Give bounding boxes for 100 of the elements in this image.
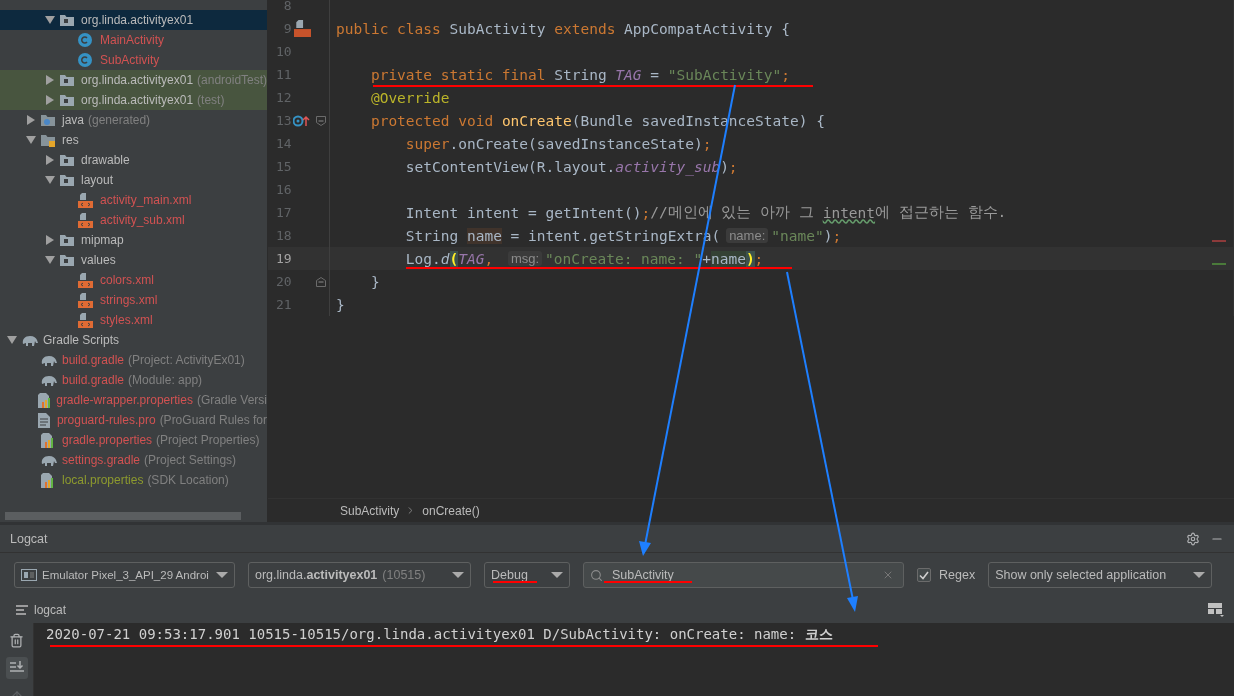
expanded-arrow-icon[interactable]	[7, 335, 17, 345]
tree-row[interactable]: gradle-wrapper.properties (Gradle Versi	[0, 390, 267, 410]
code-line: }	[369, 273, 380, 290]
expanded-arrow-icon[interactable]	[45, 255, 55, 265]
expanded-arrow-icon[interactable]	[45, 175, 55, 185]
tree-item[interactable]: java	[62, 113, 84, 127]
tree-row[interactable]: gradle.properties (Project Properties)	[0, 430, 267, 450]
regex-checkbox[interactable]: Regex	[917, 568, 976, 582]
scrollbar[interactable]	[5, 512, 241, 520]
xml-file-icon	[78, 192, 93, 208]
tree-row[interactable]: drawable	[0, 150, 267, 170]
line-number: 12	[274, 90, 292, 105]
dropdown-arrow-icon[interactable]	[1193, 572, 1206, 578]
tree-row[interactable]: values	[0, 250, 267, 270]
search-field[interactable]: SubActivity	[583, 562, 904, 588]
tree-row[interactable]: local.properties (SDK Location)	[0, 470, 267, 490]
tree-item[interactable]: proguard-rules.pro	[56, 413, 156, 427]
tree-item[interactable]: values	[81, 253, 116, 267]
tree-row[interactable]: res	[0, 130, 267, 150]
tree-row[interactable]: mipmap	[0, 230, 267, 250]
override-icon[interactable]	[293, 114, 312, 127]
log-level-dropdown[interactable]: Debug	[484, 562, 570, 588]
elephant-icon	[40, 454, 58, 466]
tree-item[interactable]: gradle-wrapper.properties	[56, 393, 193, 407]
tree-row[interactable]: SubActivity	[0, 50, 267, 70]
tree-item[interactable]: mipmap	[81, 233, 124, 247]
tree-row[interactable]: MainActivity	[0, 30, 267, 50]
collapsed-arrow-icon[interactable]	[45, 95, 55, 105]
logcat-tab[interactable]: logcat	[16, 603, 67, 617]
tree-row[interactable]: Gradle Scripts	[0, 330, 267, 350]
line-number: 14	[274, 136, 292, 151]
tree-row[interactable]: activity_main.xml	[0, 190, 267, 210]
tree-item[interactable]: styles.xml	[100, 313, 153, 327]
tree-item[interactable]: settings.gradle	[62, 453, 141, 467]
fold-marker-icon[interactable]	[316, 115, 327, 126]
process-dropdown[interactable]: org.linda.activityex01 (10515)	[248, 562, 471, 588]
collapsed-arrow-icon[interactable]	[45, 75, 55, 85]
tree-item[interactable]: Gradle Scripts	[43, 333, 120, 347]
tree-item[interactable]: drawable	[81, 153, 130, 167]
layout-file-icon[interactable]	[293, 20, 311, 37]
tree-item[interactable]: MainActivity	[100, 33, 164, 47]
collapsed-arrow-icon[interactable]	[45, 155, 55, 165]
tree-row[interactable]: org.linda.activityex01 (test)	[0, 90, 267, 110]
class-icon	[78, 53, 92, 67]
tree-row[interactable]: java (generated)	[0, 110, 267, 130]
settings-icon[interactable]	[1186, 531, 1200, 546]
tree-item[interactable]: res	[62, 133, 79, 147]
tree-item[interactable]: activity_main.xml	[100, 193, 192, 207]
tree-row[interactable]: org.linda.activityex01 (androidTest)	[0, 70, 267, 90]
checkmark-icon	[919, 570, 929, 580]
tree-item[interactable]: activity_sub.xml	[100, 213, 185, 227]
tree-row[interactable]: build.gradle (Module: app)	[0, 370, 267, 390]
tree-row[interactable]: build.gradle (Project: ActivityEx01)	[0, 350, 267, 370]
tree-item[interactable]: local.properties	[62, 473, 144, 487]
fold-marker-icon[interactable]	[316, 276, 327, 287]
search-icon[interactable]	[590, 569, 603, 582]
folder-icon	[59, 253, 75, 267]
breadcrumb[interactable]: SubActivity	[340, 503, 400, 518]
filter-dropdown[interactable]: Show only selected application	[988, 562, 1213, 588]
tree-row[interactable]: settings.gradle (Project Settings)	[0, 450, 267, 470]
tree-item-note: (SDK Location)	[147, 473, 229, 487]
underline-mark	[492, 581, 538, 583]
tree-item-note: (Project Properties)	[156, 433, 260, 447]
code-line: super.onCreate(savedInstanceState);	[404, 135, 712, 152]
expanded-arrow-icon[interactable]	[45, 15, 55, 25]
tree-row[interactable]: proguard-rules.pro (ProGuard Rules for	[0, 410, 267, 430]
tree-item[interactable]: strings.xml	[100, 293, 158, 307]
tree-item[interactable]: build.gradle	[62, 373, 125, 387]
folder-icon	[59, 73, 75, 87]
line-number: 20	[274, 274, 292, 289]
folder-icon	[59, 13, 75, 27]
panel-title: Logcat	[10, 531, 48, 546]
dropdown-arrow-icon[interactable]	[551, 572, 563, 578]
tree-row[interactable]: layout	[0, 170, 267, 190]
device-dropdown[interactable]: Emulator Pixel_3_API_29 Androi	[14, 562, 235, 588]
scroll-to-end-button[interactable]	[5, 657, 28, 679]
collapsed-arrow-icon[interactable]	[26, 115, 36, 125]
breadcrumb[interactable]: onCreate()	[422, 503, 480, 518]
tree-item[interactable]: build.gradle	[62, 353, 125, 367]
tree-item[interactable]: SubActivity	[100, 53, 160, 67]
tree-row[interactable]: strings.xml	[0, 290, 267, 310]
tree-item[interactable]: org.linda.activityex01	[81, 93, 194, 107]
tree-row[interactable]: styles.xml	[0, 310, 267, 330]
line-number: 13	[274, 113, 292, 128]
dropdown-arrow-icon[interactable]	[452, 572, 464, 578]
tree-item[interactable]: layout	[81, 173, 114, 187]
line-number: 17	[274, 205, 292, 220]
dropdown-arrow-icon[interactable]	[216, 572, 228, 578]
tree-item[interactable]: org.linda.activityex01	[81, 73, 194, 87]
layout-icon[interactable]	[1208, 603, 1224, 617]
code-line: }	[335, 296, 345, 313]
tree-item[interactable]: gradle.properties	[62, 433, 153, 447]
folder-icon	[59, 173, 75, 187]
tree-row[interactable]: org.linda.activityex01	[0, 10, 267, 30]
tree-row[interactable]: activity_sub.xml	[0, 210, 267, 230]
tree-item[interactable]: colors.xml	[100, 273, 154, 287]
tree-item[interactable]: org.linda.activityex01	[81, 13, 194, 27]
tree-row[interactable]: colors.xml	[0, 270, 267, 290]
collapsed-arrow-icon[interactable]	[45, 235, 55, 245]
expanded-arrow-icon[interactable]	[26, 135, 36, 145]
